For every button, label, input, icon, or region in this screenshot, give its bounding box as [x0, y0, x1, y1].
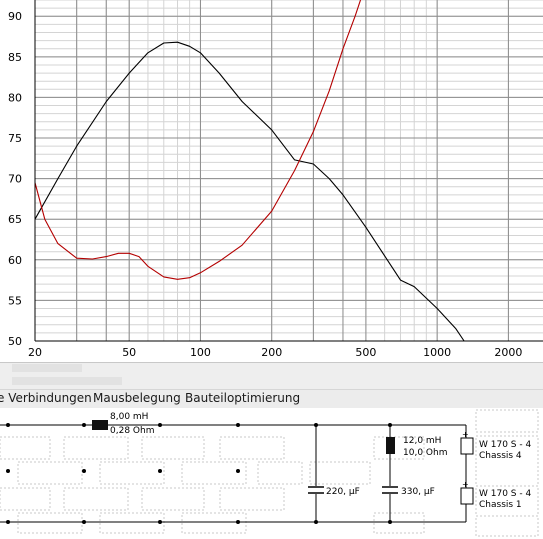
driver-top-chassis: Chassis 4 [479, 451, 522, 461]
y-tick-label: 55 [8, 294, 22, 307]
y-tick-label: 70 [8, 173, 22, 186]
svg-text:+: + [462, 480, 469, 489]
shunt-inductor[interactable] [386, 437, 395, 454]
x-tick-label: 50 [122, 346, 136, 359]
y-tick-label: 60 [8, 254, 22, 267]
capacitor-2-value: 330, µF [401, 487, 435, 497]
frequency-response-chart: 50 55 60 65 70 75 80 85 90 20 50 100 200 500 1000 2000 [8, 0, 543, 359]
shunt-inductor-value: 12,0 mH [403, 436, 441, 446]
x-tick-label: 200 [261, 346, 282, 359]
series-inductor[interactable] [92, 420, 108, 430]
x-tick-label: 100 [190, 346, 211, 359]
shunt-inductor-resistance: 10,0 Ohm [403, 448, 447, 458]
tab-verbindungen[interactable]: e Verbindungen [0, 391, 92, 405]
collapsed-message-panel [0, 362, 543, 390]
tab-mausbelegung[interactable]: Mausbelegung [93, 391, 181, 405]
crossover-schematic[interactable]: 8,00 mH 0,28 Ohm 220, µF 12,0 mH 10,0 Oh… [0, 408, 543, 539]
series-line-1 [34, 41, 543, 342]
x-tick-label: 1000 [423, 346, 451, 359]
chart-grid-minor [34, 0, 543, 342]
x-tick-label: 500 [355, 346, 376, 359]
y-tick-label: 50 [8, 335, 22, 348]
wire-shunt-branches [315, 425, 391, 522]
driver-bottom-name: W 170 S - 4 [479, 489, 531, 499]
junction-dots [6, 423, 392, 524]
y-tick-label: 65 [8, 213, 22, 226]
shunt-capacitor-1[interactable] [308, 486, 324, 494]
chart-tick-labels: 50 55 60 65 70 75 80 85 90 20 50 100 200 500 1000 2000 [8, 10, 522, 359]
y-tick-label: 85 [8, 51, 22, 64]
capacitor-1-value: 220, µF [326, 487, 360, 497]
y-tick-label: 75 [8, 132, 22, 145]
driver-bottom-chassis: Chassis 1 [479, 500, 522, 510]
series-inductor-value: 8,00 mH [110, 412, 148, 422]
placeholder-slots [0, 409, 539, 537]
series-inductor-resistance: 0,28 Ohm [110, 426, 154, 436]
faded-status-line [12, 377, 122, 385]
x-tick-label: 20 [28, 346, 42, 359]
y-tick-label: 90 [8, 10, 22, 23]
svg-text:+: + [462, 430, 469, 439]
y-tick-label: 80 [8, 91, 22, 104]
faded-status-line [12, 364, 82, 372]
x-tick-label: 2000 [494, 346, 522, 359]
driver-top-name: W 170 S - 4 [479, 440, 531, 450]
tab-bar: e Verbindungen Mausbelegung Bauteiloptim… [0, 389, 543, 409]
driver-top-icon[interactable]: + [460, 430, 474, 455]
tab-bauteiloptimierung[interactable]: Bauteiloptimierung [185, 391, 300, 405]
driver-bottom-icon[interactable]: + [460, 480, 474, 505]
shunt-capacitor-2[interactable] [382, 486, 398, 494]
